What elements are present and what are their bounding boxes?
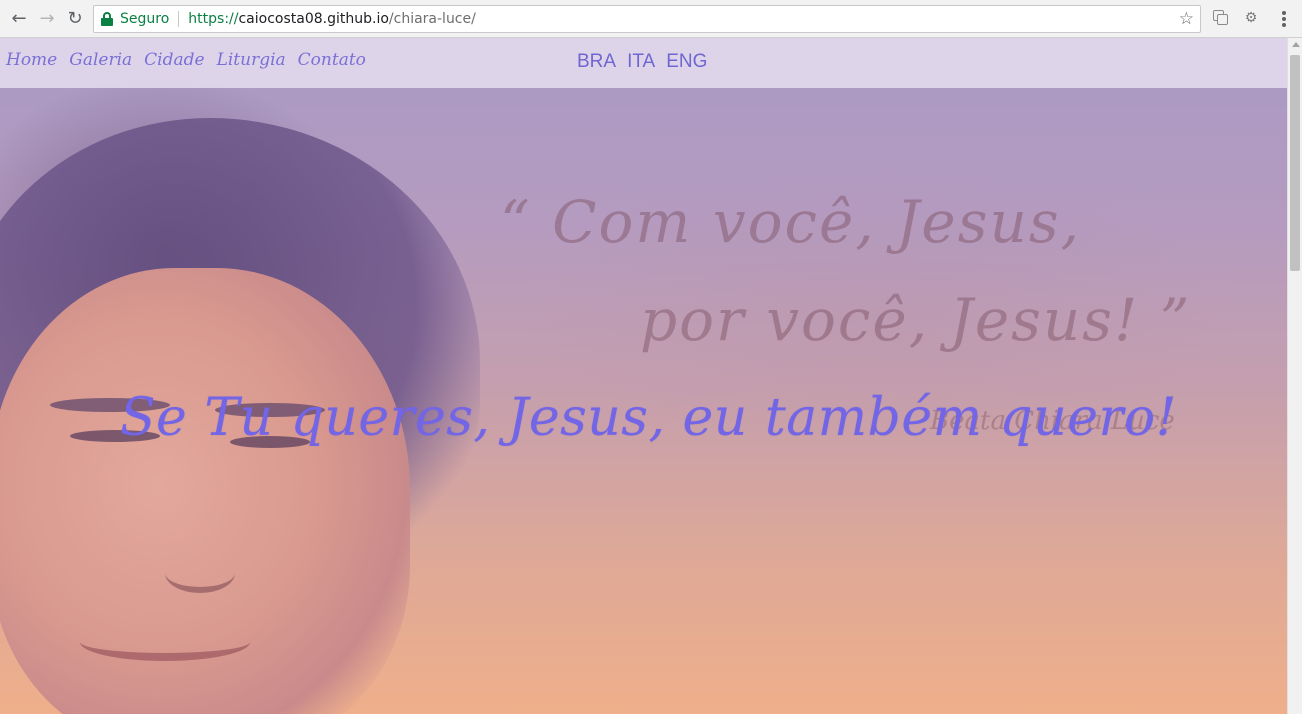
bookmark-star-icon[interactable]: ☆ — [1179, 9, 1194, 29]
page-scrollbar[interactable] — [1287, 38, 1302, 714]
background-quote-line1: “ Com você, Jesus, — [500, 188, 1082, 256]
page-viewport: “ Com você, Jesus, por você, Jesus! ” Be… — [0, 38, 1287, 714]
portrait-mouth — [80, 623, 250, 661]
address-bar[interactable]: Seguro https:// caiocosta08.github.io /c… — [93, 5, 1201, 33]
lang-link-ita[interactable]: ITA — [627, 51, 655, 73]
nav-link-liturgia[interactable]: Liturgia — [217, 50, 286, 70]
scroll-up-arrow-icon[interactable] — [1292, 42, 1300, 47]
copy-extension-icon[interactable] — [1212, 9, 1230, 27]
scroll-thumb[interactable] — [1290, 55, 1300, 271]
url-scheme: https:// — [188, 11, 239, 27]
forward-arrow-icon[interactable]: → — [35, 7, 59, 31]
nav-link-galeria[interactable]: Galeria — [69, 50, 132, 70]
back-arrow-icon[interactable]: ← — [7, 7, 31, 31]
address-separator — [178, 11, 180, 27]
lang-link-bra[interactable]: BRA — [577, 51, 616, 73]
background-quote-line2: por você, Jesus! ” — [640, 286, 1192, 354]
nav-links: Home Galeria Cidade Liturgia Contato — [6, 50, 366, 70]
nav-link-contato[interactable]: Contato — [298, 50, 366, 70]
browser-menu-icon[interactable] — [1276, 9, 1292, 29]
lock-icon — [101, 12, 113, 26]
portrait-nose — [165, 553, 235, 593]
secure-label: Seguro — [120, 11, 170, 27]
site-navbar: Home Galeria Cidade Liturgia Contato BRA… — [0, 38, 1287, 88]
url-path: /chiara-luce/ — [388, 11, 476, 27]
browser-toolbar: ← → ↻ Seguro https:// caiocosta08.github… — [0, 0, 1302, 38]
lang-link-eng[interactable]: ENG — [666, 51, 707, 73]
url-host: caiocosta08.github.io — [238, 11, 389, 27]
nav-link-home[interactable]: Home — [6, 50, 57, 70]
reload-icon[interactable]: ↻ — [63, 7, 87, 31]
extension-icon[interactable]: ⚙ — [1242, 9, 1260, 27]
language-switcher: BRA ITA ENG — [577, 51, 707, 73]
hero-headline: Se Tu queres, Jesus, eu também quero! — [119, 388, 1178, 448]
nav-link-cidade[interactable]: Cidade — [144, 50, 204, 70]
